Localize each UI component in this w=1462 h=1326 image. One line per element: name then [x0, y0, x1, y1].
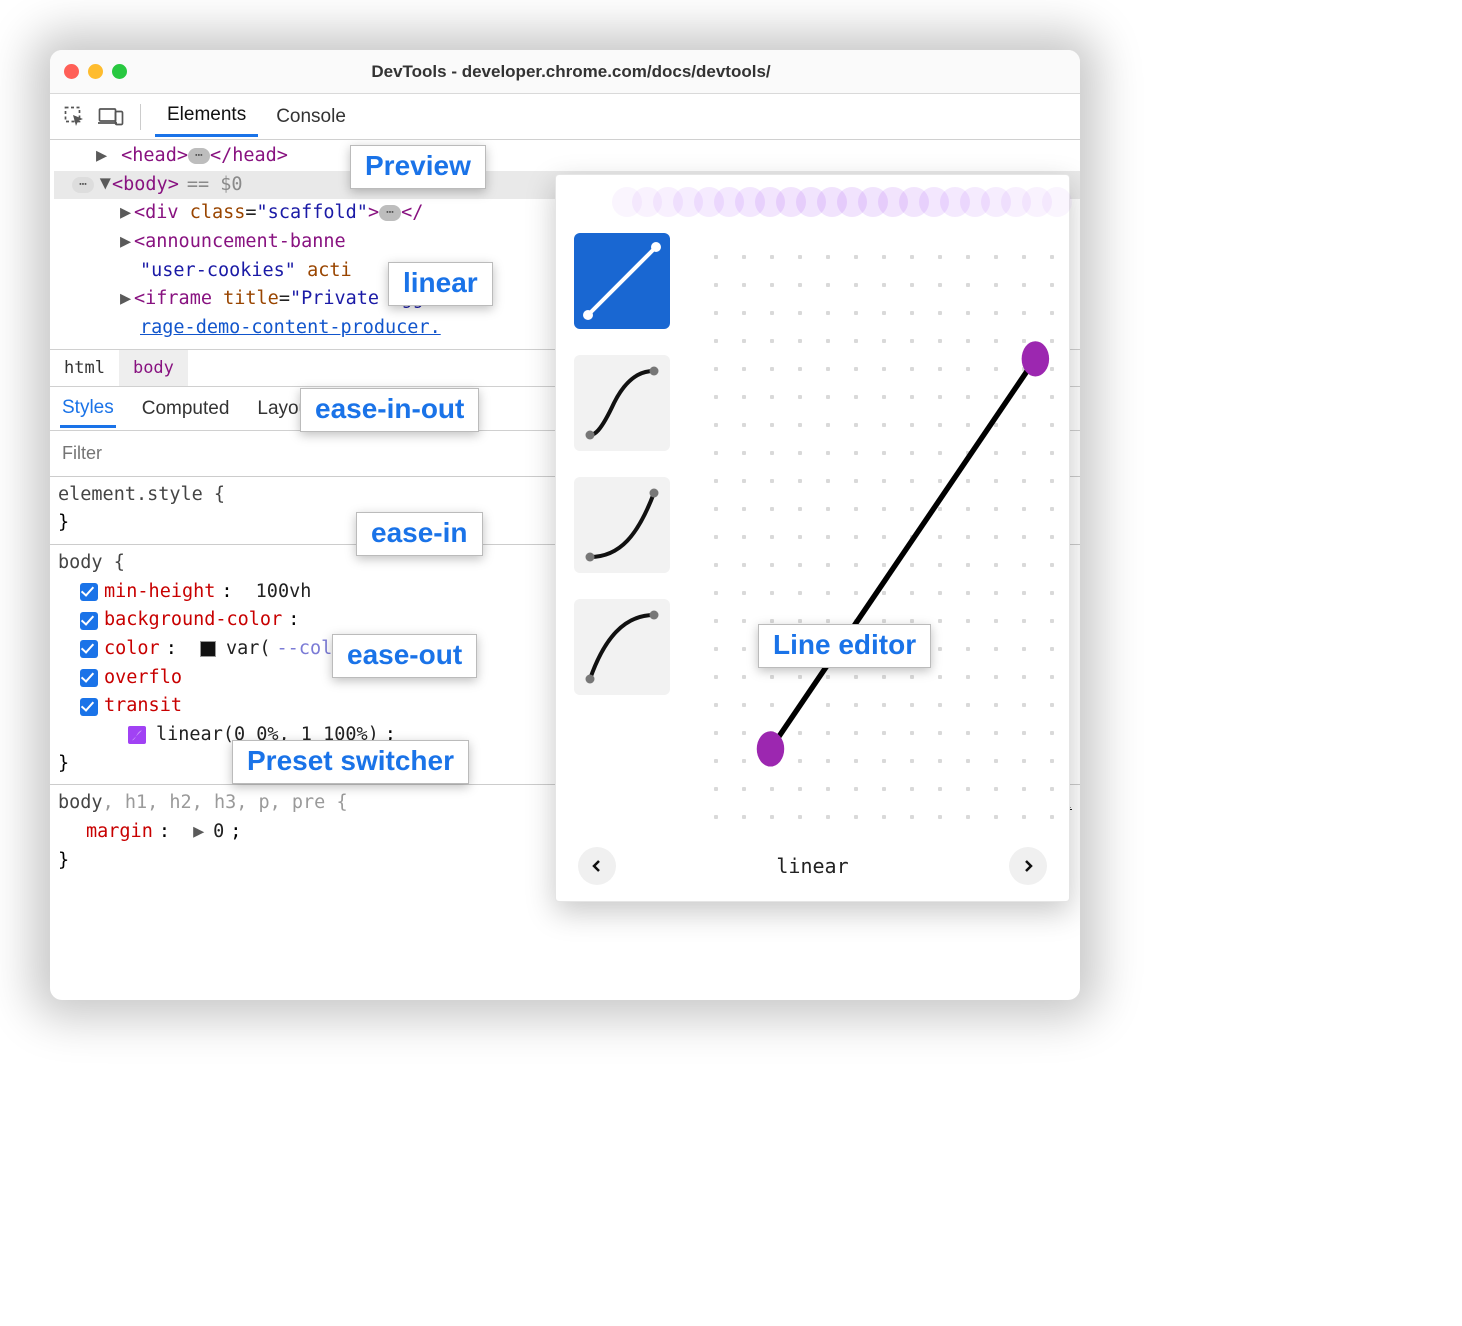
- window-title: DevTools - developer.chrome.com/docs/dev…: [76, 62, 1066, 82]
- expand-icon[interactable]: ▶: [96, 142, 110, 171]
- inspect-icon[interactable]: [60, 102, 90, 132]
- next-preset-button[interactable]: [1009, 847, 1047, 885]
- animation-preview: [612, 183, 1053, 223]
- tab-elements[interactable]: Elements: [155, 96, 258, 137]
- expand-icon[interactable]: ▶: [91, 178, 120, 192]
- callout-ease-out: ease-out: [332, 634, 477, 678]
- callout-ease-in-out: ease-in-out: [300, 388, 479, 432]
- easing-swatch-icon[interactable]: [128, 726, 146, 744]
- callout-ease-in: ease-in: [356, 512, 483, 556]
- expand-icon[interactable]: ▶: [120, 285, 134, 314]
- preset-switcher: linear: [556, 837, 1069, 901]
- dom-node-head[interactable]: ▶ <head>⋯</head>: [54, 142, 1080, 171]
- panel-body: ▶ <head>⋯</head> ⋯ ▶ <body> == $0 ▶<div …: [50, 140, 1080, 1000]
- preset-ease-in[interactable]: [574, 477, 670, 573]
- subtab-computed[interactable]: Computed: [140, 390, 232, 426]
- device-toolbar-icon[interactable]: [96, 102, 126, 132]
- subtab-styles[interactable]: Styles: [60, 389, 116, 428]
- expand-icon[interactable]: ▶: [120, 199, 134, 228]
- crumb-body[interactable]: body: [119, 350, 188, 386]
- toggle-checkbox[interactable]: [80, 612, 98, 630]
- collapsed-pill[interactable]: ⋯: [188, 148, 210, 164]
- current-preset-label: linear: [776, 854, 848, 878]
- toggle-checkbox[interactable]: [80, 698, 98, 716]
- callout-preset-switcher: Preset switcher: [232, 740, 469, 784]
- expand-icon[interactable]: ▶: [120, 228, 134, 257]
- line-editor-canvas[interactable]: [692, 233, 1055, 837]
- toggle-checkbox[interactable]: [80, 640, 98, 658]
- preset-ease-out[interactable]: [574, 599, 670, 695]
- easing-editor-popover: linear: [555, 174, 1070, 902]
- collapsed-pill[interactable]: ⋯: [379, 205, 401, 221]
- control-point-end[interactable]: [1022, 341, 1049, 376]
- devtools-window: DevTools - developer.chrome.com/docs/dev…: [50, 50, 1080, 1000]
- tab-console[interactable]: Console: [264, 98, 358, 136]
- callout-linear: linear: [388, 262, 493, 306]
- main-toolbar: Elements Console: [50, 94, 1080, 140]
- expand-icon[interactable]: ▶: [193, 818, 207, 847]
- crumb-html[interactable]: html: [50, 350, 119, 386]
- separator: [140, 104, 141, 130]
- toggle-checkbox[interactable]: [80, 669, 98, 687]
- preset-linear[interactable]: [574, 233, 670, 329]
- titlebar: DevTools - developer.chrome.com/docs/dev…: [50, 50, 1080, 94]
- toggle-checkbox[interactable]: [80, 583, 98, 601]
- control-point-start[interactable]: [757, 731, 784, 766]
- color-swatch[interactable]: [200, 641, 216, 657]
- preset-list: [574, 233, 672, 837]
- callout-line-editor: Line editor: [758, 624, 931, 668]
- callout-preview: Preview: [350, 145, 486, 189]
- prev-preset-button[interactable]: [578, 847, 616, 885]
- preset-ease-in-out[interactable]: [574, 355, 670, 451]
